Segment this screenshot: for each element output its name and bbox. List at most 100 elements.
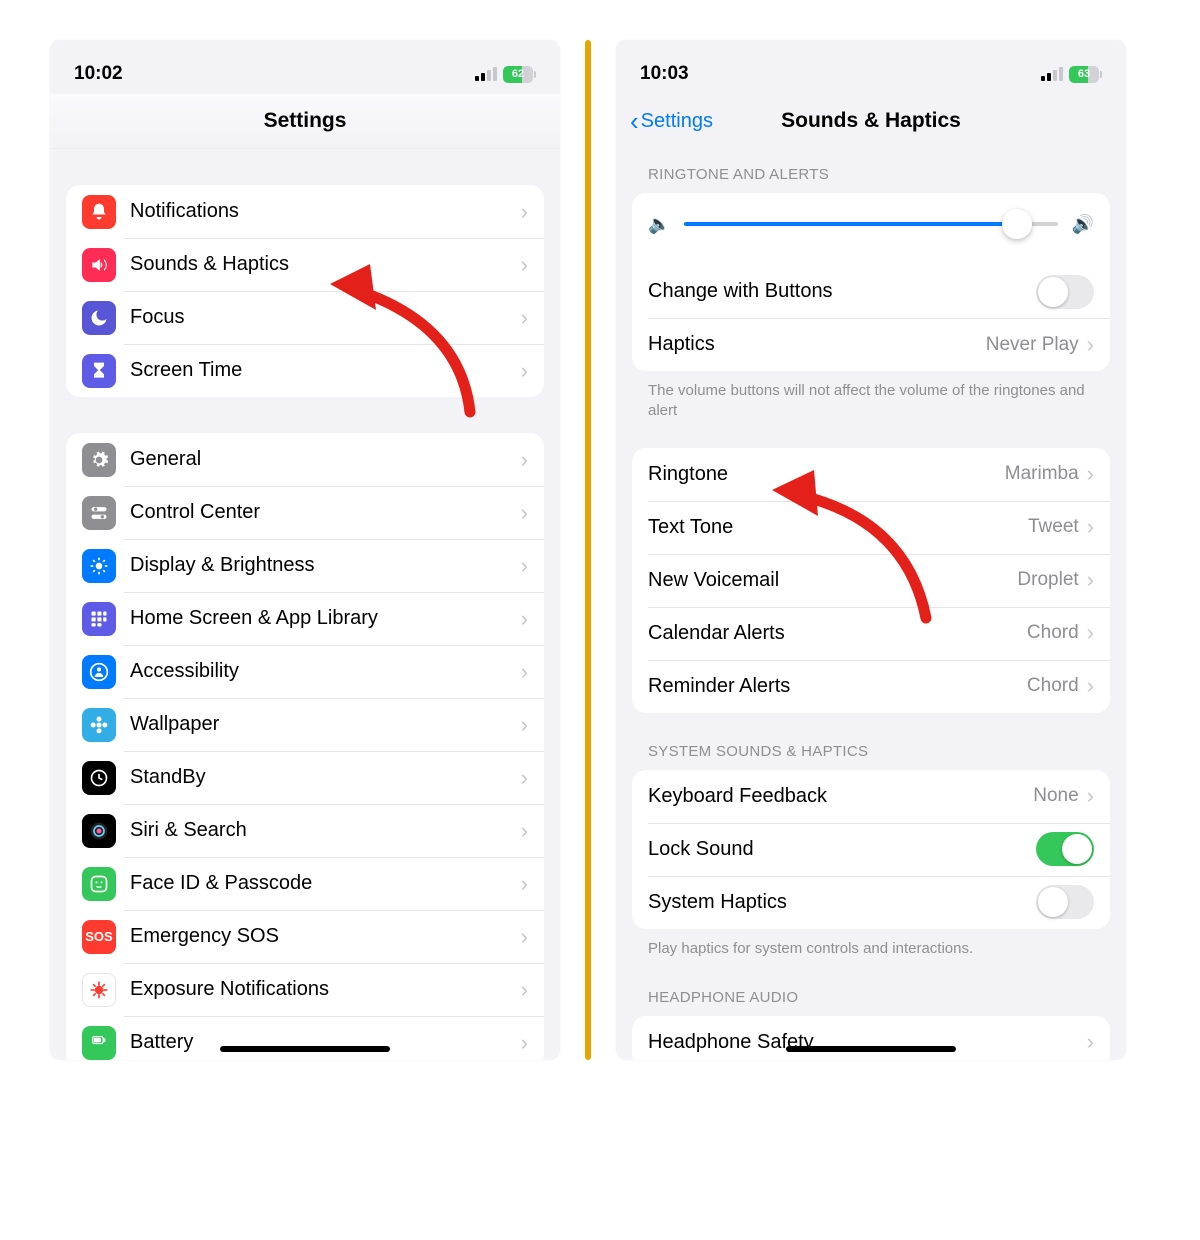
row-label: Home Screen & App Library — [130, 607, 521, 630]
settings-row-notifications[interactable]: Notifications› — [66, 185, 544, 238]
settings-row-focus[interactable]: Focus› — [66, 291, 544, 344]
settings-row-exposure[interactable]: Exposure Notifications› — [66, 963, 544, 1016]
status-bar: 10:03 63 — [616, 40, 1126, 94]
row-label: Notifications — [130, 200, 521, 223]
sos-icon: SOS — [82, 920, 116, 954]
ringtone-row[interactable]: RingtoneMarimba› — [632, 448, 1110, 501]
toggle-off[interactable] — [1036, 275, 1094, 309]
chevron-right-icon: › — [1087, 567, 1094, 593]
footer-note: The volume buttons will not affect the v… — [616, 371, 1126, 422]
section-header-headphone: HEADPHONE AUDIO — [616, 959, 1126, 1016]
haptics-row[interactable]: Haptics Never Play › — [632, 318, 1110, 371]
nav-bar: Settings — [50, 94, 560, 149]
siri-icon — [82, 814, 116, 848]
row-label: Accessibility — [130, 660, 521, 683]
reminder-alerts-row[interactable]: Reminder AlertsChord› — [632, 660, 1110, 713]
chevron-right-icon: › — [521, 606, 528, 632]
row-label: Haptics — [648, 333, 986, 356]
settings-row-screen-time[interactable]: Screen Time› — [66, 344, 544, 397]
bell-icon — [82, 195, 116, 229]
row-label: Face ID & Passcode — [130, 872, 521, 895]
row-value: Droplet — [1017, 569, 1078, 591]
back-button[interactable]: ‹ Settings — [630, 94, 713, 148]
chevron-right-icon: › — [521, 199, 528, 225]
calendar-alerts-row[interactable]: Calendar AlertsChord› — [632, 607, 1110, 660]
face-icon — [82, 867, 116, 901]
toggle-off[interactable] — [1036, 885, 1094, 919]
settings-row-emergency-sos[interactable]: SOSEmergency SOS› — [66, 910, 544, 963]
volume-slider-row: 🔈 🔊 — [632, 193, 1110, 265]
chevron-right-icon: › — [521, 500, 528, 526]
row-label: Exposure Notifications — [130, 978, 521, 1001]
row-value: Never Play — [986, 334, 1079, 356]
row-label: Sounds & Haptics — [130, 253, 521, 276]
moon-icon — [82, 301, 116, 335]
row-label: General — [130, 448, 521, 471]
row-value: Marimba — [1005, 463, 1079, 485]
chevron-right-icon: › — [521, 1030, 528, 1056]
battery-icon — [82, 1026, 116, 1060]
virus-icon — [82, 973, 116, 1007]
settings-row-faceid[interactable]: Face ID & Passcode› — [66, 857, 544, 910]
chevron-right-icon: › — [521, 447, 528, 473]
lock-sound-row[interactable]: Lock Sound — [632, 823, 1110, 876]
settings-row-sounds-haptics[interactable]: Sounds & Haptics› — [66, 238, 544, 291]
settings-row-wallpaper[interactable]: Wallpaper› — [66, 698, 544, 751]
row-label: Lock Sound — [648, 838, 1036, 861]
row-label: Change with Buttons — [648, 280, 1036, 303]
row-label: StandBy — [130, 766, 521, 789]
settings-row-general[interactable]: General› — [66, 433, 544, 486]
gear-icon — [82, 443, 116, 477]
chevron-right-icon: › — [521, 659, 528, 685]
flower-icon — [82, 708, 116, 742]
volume-slider[interactable] — [684, 222, 1057, 226]
cellular-icon — [475, 67, 497, 81]
text-tone-row[interactable]: Text ToneTweet› — [632, 501, 1110, 554]
settings-row-home-screen[interactable]: Home Screen & App Library› — [66, 592, 544, 645]
status-bar: 10:02 62 — [50, 40, 560, 94]
settings-row-accessibility[interactable]: Accessibility› — [66, 645, 544, 698]
settings-content[interactable]: Notifications›Sounds & Haptics›Focus›Scr… — [50, 149, 560, 1060]
row-label: Siri & Search — [130, 819, 521, 842]
home-indicator — [220, 1046, 390, 1052]
chevron-right-icon: › — [521, 818, 528, 844]
chevron-right-icon: › — [1087, 514, 1094, 540]
screenshot-divider — [585, 40, 591, 1060]
toggle-on[interactable] — [1036, 832, 1094, 866]
system-haptics-row[interactable]: System Haptics — [632, 876, 1110, 929]
person-icon — [82, 655, 116, 689]
section-header-ringtone: RINGTONE AND ALERTS — [616, 148, 1126, 193]
chevron-right-icon: › — [1087, 332, 1094, 358]
footer-note: Play haptics for system controls and int… — [616, 929, 1126, 959]
row-label: Screen Time — [130, 359, 521, 382]
settings-row-battery[interactable]: Battery› — [66, 1016, 544, 1060]
change-with-buttons-row[interactable]: Change with Buttons — [632, 265, 1110, 318]
chevron-right-icon: › — [521, 977, 528, 1003]
sounds-content[interactable]: RINGTONE AND ALERTS 🔈 🔊 Change with Butt… — [616, 148, 1126, 1060]
settings-row-display-brightness[interactable]: Display & Brightness› — [66, 539, 544, 592]
chevron-right-icon: › — [521, 553, 528, 579]
speaker-icon — [82, 248, 116, 282]
chevron-right-icon: › — [521, 924, 528, 950]
chevron-right-icon: › — [521, 871, 528, 897]
headphone-safety-row[interactable]: Headphone Safety › — [632, 1016, 1110, 1060]
chevron-left-icon: ‹ — [630, 108, 639, 134]
keyboard-feedback-row[interactable]: Keyboard Feedback None › — [632, 770, 1110, 823]
row-label: Reminder Alerts — [648, 675, 1027, 698]
chevron-right-icon: › — [1087, 620, 1094, 646]
row-value: Chord — [1027, 622, 1079, 644]
chevron-right-icon: › — [1087, 783, 1094, 809]
settings-row-standby[interactable]: StandBy› — [66, 751, 544, 804]
chevron-right-icon: › — [521, 305, 528, 331]
row-label: New Voicemail — [648, 569, 1017, 592]
status-time: 10:03 — [640, 63, 689, 85]
row-label: Ringtone — [648, 463, 1005, 486]
hourglass-icon — [82, 354, 116, 388]
speaker-low-icon: 🔈 — [648, 214, 670, 235]
settings-row-control-center[interactable]: Control Center› — [66, 486, 544, 539]
new-voicemail-row[interactable]: New VoicemailDroplet › — [632, 554, 1110, 607]
settings-row-siri[interactable]: Siri & Search› — [66, 804, 544, 857]
cellular-icon — [1041, 67, 1063, 81]
status-time: 10:02 — [74, 63, 123, 85]
chevron-right-icon: › — [1087, 673, 1094, 699]
